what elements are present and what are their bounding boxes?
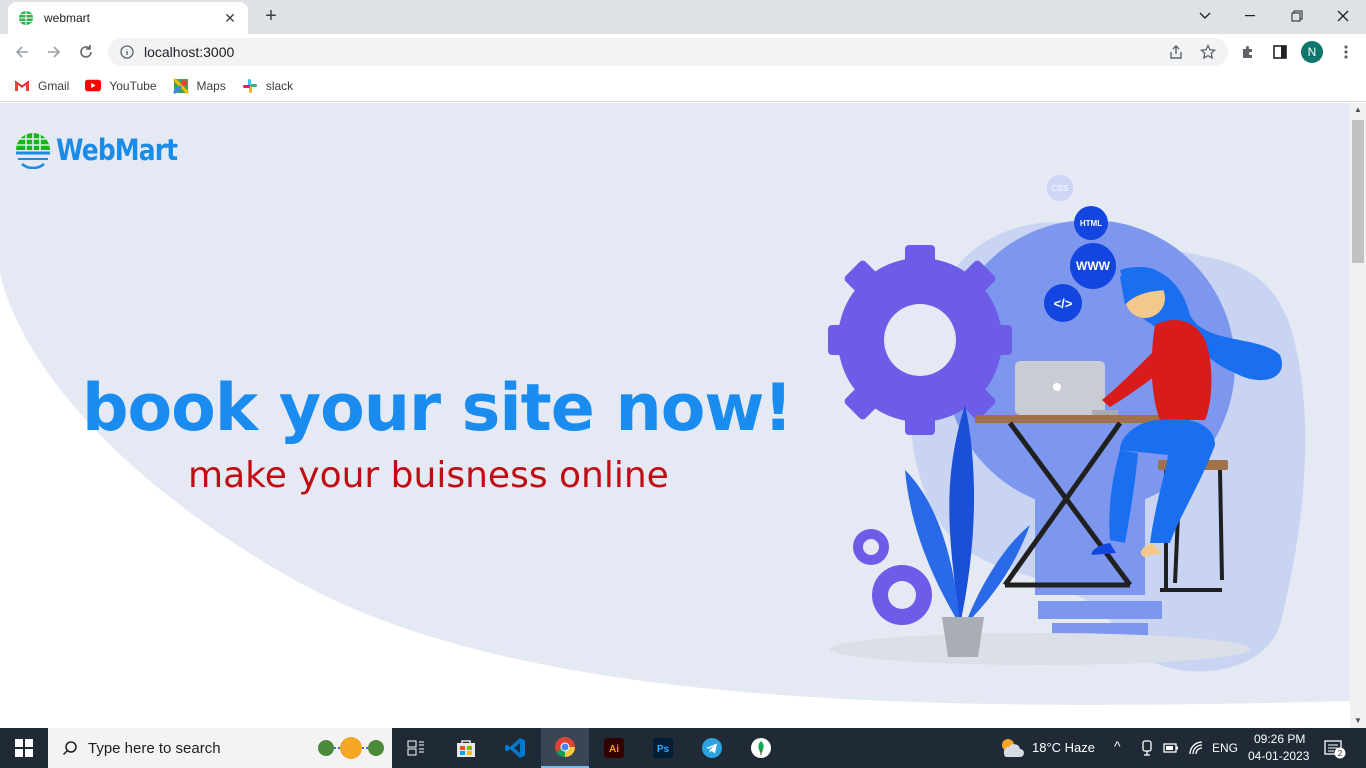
search-icon [62, 741, 77, 756]
profile-avatar[interactable]: N [1301, 41, 1323, 63]
windows-logo-icon [15, 739, 33, 757]
bookmark-slack[interactable]: slack [242, 78, 294, 93]
svg-text:</>: </> [1054, 296, 1073, 311]
vscode-icon[interactable] [491, 728, 539, 768]
telegram-icon[interactable] [688, 728, 736, 768]
site-info-icon[interactable] [120, 45, 134, 59]
hero-subline: make your buisness online [188, 455, 669, 496]
mongodb-icon[interactable] [737, 728, 785, 768]
weather-haze-icon [1002, 739, 1024, 757]
bookmark-star-icon[interactable] [1198, 42, 1218, 62]
close-tab-icon[interactable]: ✕ [222, 10, 238, 27]
start-button[interactable] [0, 728, 48, 768]
hero-headline: book your site now! [82, 371, 793, 446]
page-viewport: WebMart book your site now! make your bu… [0, 103, 1350, 728]
browser-tab[interactable]: webmart ✕ [8, 2, 248, 34]
css-badge: CSS [1047, 175, 1073, 201]
share-icon[interactable] [1166, 42, 1186, 62]
developer-illustration: CSS HTML WWW </> [828, 175, 1306, 672]
slack-icon [242, 78, 258, 93]
forward-button[interactable] [42, 40, 66, 64]
reload-button[interactable] [74, 40, 98, 64]
small-gear-icon [853, 529, 932, 625]
scroll-down-arrow-icon[interactable]: ▼ [1350, 714, 1366, 728]
globe-logo-icon [16, 133, 50, 169]
menu-kebab-icon[interactable] [1336, 42, 1356, 62]
page-scrollbar[interactable]: ▲ ▼ [1350, 103, 1366, 728]
windows-taskbar: Type here to search Ai Ps 18°C Haze ^ EN [0, 728, 1366, 768]
bookmark-label: YouTube [109, 78, 157, 93]
webmart-logo[interactable]: WebMart [14, 131, 197, 169]
url-text: localhost:3000 [144, 44, 235, 60]
svg-text:2: 2 [1338, 749, 1343, 758]
scrollbar-thumb[interactable] [1352, 120, 1364, 263]
tab-strip: webmart ✕ + [0, 0, 1366, 34]
restore-button[interactable] [1274, 4, 1320, 28]
www-badge: WWW [1070, 243, 1116, 289]
scroll-up-arrow-icon[interactable]: ▲ [1350, 103, 1366, 117]
bookmark-gmail[interactable]: Gmail [14, 79, 69, 93]
bookmark-label: Maps [196, 78, 226, 93]
battery-icon[interactable] [1163, 742, 1179, 754]
notification-center-icon[interactable]: 2 [1324, 739, 1346, 759]
logo-text: WebMart [56, 133, 178, 167]
bookmark-youtube[interactable]: YouTube [85, 78, 157, 93]
search-highlight-sun-icon [318, 737, 384, 759]
input-language[interactable]: ENG [1212, 741, 1238, 755]
side-panel-icon[interactable] [1270, 42, 1290, 62]
clock-time[interactable]: 09:26 PM [1254, 732, 1305, 746]
taskbar-search-box[interactable]: Type here to search [48, 728, 392, 768]
html-badge: HTML [1074, 206, 1108, 240]
maps-icon [172, 77, 189, 94]
wifi-icon[interactable] [1188, 740, 1204, 756]
chrome-taskbar-icon[interactable] [541, 728, 589, 768]
bookmark-label: Gmail [38, 78, 70, 93]
bookmarks-bar: Gmail YouTube Maps slack [0, 70, 1366, 102]
svg-text:Ps: Ps [657, 744, 670, 755]
svg-text:HTML: HTML [1080, 219, 1102, 228]
large-gear-icon [828, 245, 1012, 435]
bookmark-label: slack [265, 78, 294, 93]
extensions-puzzle-icon[interactable] [1238, 42, 1258, 62]
svg-text:CSS: CSS [1052, 184, 1068, 193]
microsoft-store-icon[interactable] [442, 728, 490, 768]
show-hidden-icons-chevron-icon[interactable]: ^ [1114, 738, 1121, 754]
svg-text:WWW: WWW [1076, 259, 1111, 273]
close-window-button[interactable] [1320, 4, 1366, 28]
illustrator-icon[interactable]: Ai [590, 728, 638, 768]
address-bar[interactable]: localhost:3000 [108, 38, 1228, 66]
weather-text[interactable]: 18°C Haze [1032, 740, 1095, 755]
new-tab-button[interactable]: + [260, 6, 282, 28]
back-button[interactable] [10, 40, 34, 64]
svg-text:Ai: Ai [609, 744, 619, 755]
search-placeholder: Type here to search [88, 739, 221, 757]
code-tag-badge: </> [1044, 284, 1082, 322]
task-view-icon[interactable] [392, 728, 440, 768]
globe-favicon-icon [19, 11, 33, 25]
meet-now-icon[interactable] [1140, 740, 1154, 756]
minimize-button[interactable] [1228, 4, 1274, 28]
clock-date[interactable]: 04-01-2023 [1248, 749, 1309, 763]
photoshop-icon[interactable]: Ps [639, 728, 687, 768]
gmail-icon [14, 79, 30, 93]
youtube-icon [85, 79, 102, 93]
bookmark-maps[interactable]: Maps [172, 77, 226, 94]
browser-toolbar: localhost:3000 N [0, 34, 1366, 70]
tab-title: webmart [44, 11, 91, 25]
tab-search-chevron-icon[interactable] [1182, 4, 1228, 28]
